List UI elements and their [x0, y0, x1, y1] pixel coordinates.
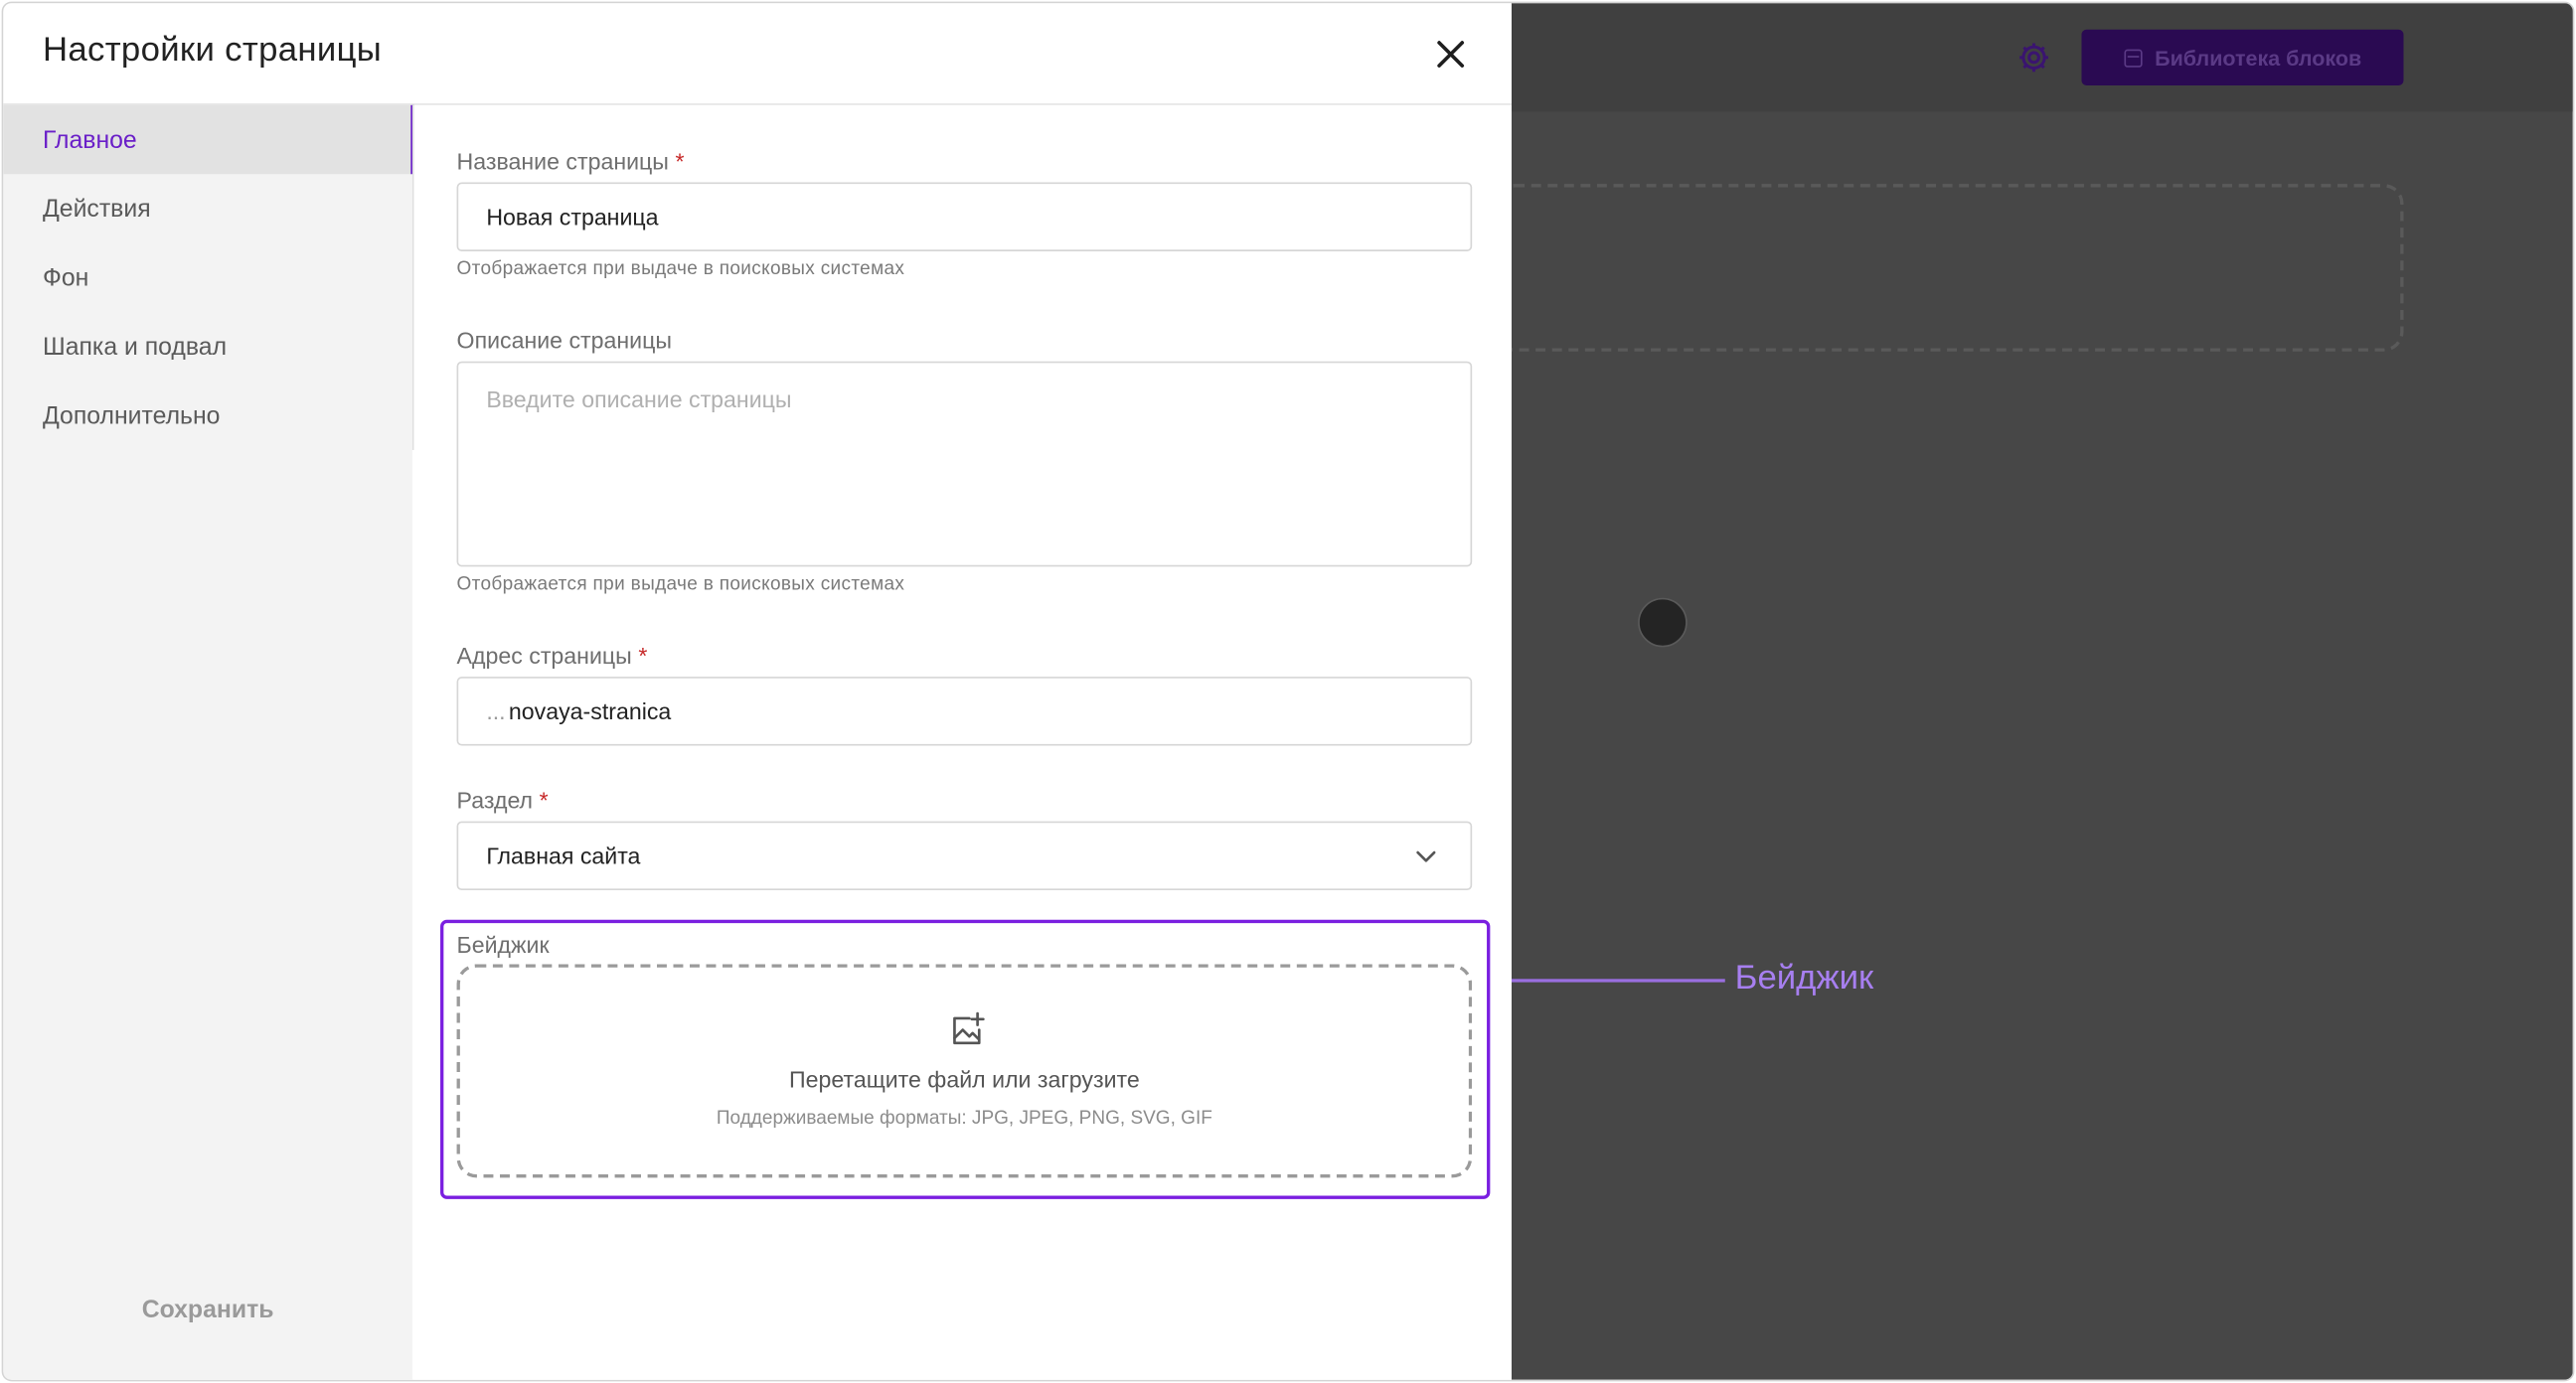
- section-value: Главная сайта: [486, 843, 641, 869]
- page-description-hint: Отображается при выдаче в поисковых сист…: [456, 574, 905, 595]
- modal-title: Настройки страницы: [42, 31, 383, 70]
- page-address-label: Адрес страницы *: [456, 642, 648, 669]
- sidebar-item-label: Главное: [42, 125, 137, 154]
- sidebar-item-header-footer[interactable]: Шапка и подвал: [3, 312, 412, 381]
- dropzone-text: Перетащите файл или загрузите: [789, 1065, 1140, 1093]
- sidebar-item-label: Дополнительно: [42, 401, 221, 430]
- save-button[interactable]: Сохранить: [3, 1296, 412, 1323]
- image-add-icon: [948, 1010, 988, 1050]
- block-placeholder: [1495, 184, 2404, 352]
- section-select[interactable]: Главная сайта: [456, 821, 1473, 891]
- sidebar-item-label: Шапка и подвал: [42, 332, 228, 361]
- sidebar-item-background[interactable]: Фон: [3, 243, 412, 312]
- page-address-value: novaya-stranica: [508, 697, 672, 725]
- sidebar-item-actions[interactable]: Действия: [3, 174, 412, 242]
- page-address-input[interactable]: ... novaya-stranica: [456, 677, 1473, 746]
- editor-backdrop[interactable]: Библиотека блоков Бейджик: [1495, 3, 2573, 1380]
- sidebar-item-advanced[interactable]: Дополнительно: [3, 382, 412, 450]
- required-mark: *: [539, 786, 549, 814]
- image-icon: [2123, 48, 2142, 67]
- close-icon[interactable]: [1429, 33, 1472, 76]
- block-library-label: Библиотека блоков: [2155, 45, 2362, 71]
- block-library-button[interactable]: Библиотека блоков: [2081, 29, 2404, 85]
- callout-line: [1498, 979, 1725, 983]
- gear-icon[interactable]: [2014, 38, 2054, 77]
- editor-toolbar: Библиотека блоков: [1511, 3, 2573, 112]
- required-mark: *: [638, 642, 648, 669]
- required-mark: *: [675, 147, 685, 175]
- page-name-hint: Отображается при выдаче в поисковых сист…: [456, 259, 905, 280]
- settings-sidebar: Главное Действия Фон Шапка и подвал Допо…: [3, 104, 414, 1380]
- page-description-label: Описание страницы: [456, 326, 672, 354]
- dropzone-formats: Поддерживаемые форматы: JPG, JPEG, PNG, …: [716, 1108, 1212, 1129]
- callout-label: Бейджик: [1734, 959, 1874, 998]
- page-description-placeholder: Введите описание страницы: [486, 385, 792, 412]
- badge-label: Бейджик: [456, 931, 550, 958]
- page-description-textarea[interactable]: Введите описание страницы: [456, 361, 1473, 567]
- sidebar-item-label: Действия: [42, 194, 151, 224]
- page-name-input[interactable]: Новая страница: [456, 182, 1473, 251]
- app-window: Библиотека блоков Бейджик Настройки стра…: [1, 1, 2575, 1382]
- page-name-value: Новая страница: [486, 203, 659, 230]
- section-label: Раздел *: [456, 786, 549, 814]
- settings-form: Название страницы * Новая страница Отобра…: [413, 104, 1512, 1380]
- modal-header: Настройки страницы: [3, 3, 1512, 105]
- chevron-down-icon: [1414, 845, 1437, 867]
- page-name-label: Название страницы *: [456, 147, 685, 175]
- badge-dropzone[interactable]: Перетащите файл или загрузите Поддержива…: [456, 964, 1473, 1178]
- sidebar-item-main[interactable]: Главное: [3, 104, 414, 175]
- page-settings-modal: Настройки страницы Главное Действия Фон …: [3, 3, 1512, 1380]
- cursor-indicator: [1638, 597, 1688, 648]
- page-address-prefix: ...: [486, 697, 506, 725]
- sidebar-item-label: Фон: [42, 263, 89, 292]
